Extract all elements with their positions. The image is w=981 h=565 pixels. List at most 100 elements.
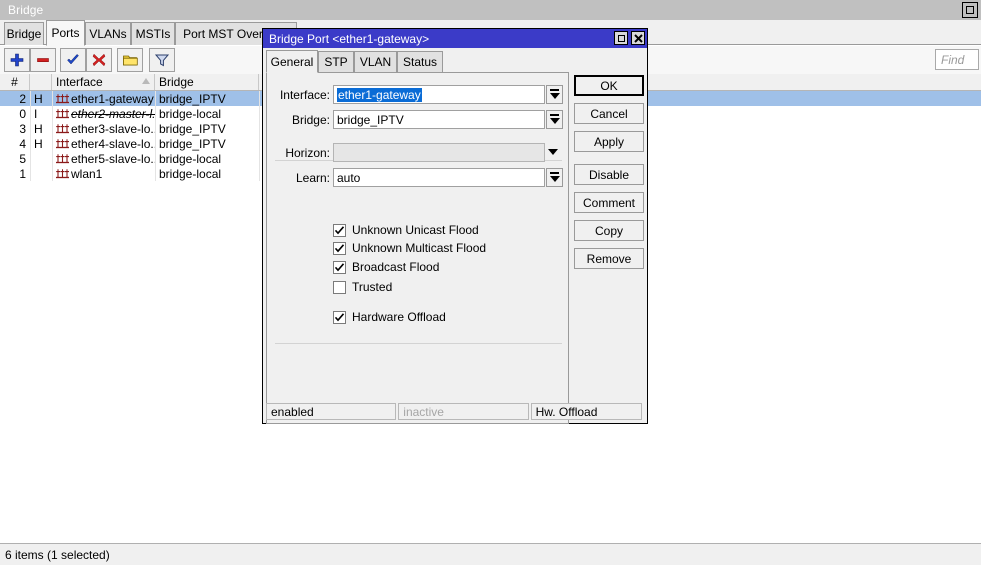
checkbox-row-trusted[interactable]: Trusted [333,279,392,295]
remove-button[interactable] [30,48,56,72]
unknown-unicast-flood-checkbox[interactable] [333,223,346,237]
cell-text: 2 [19,91,26,106]
tab-vlans[interactable]: VLANs [85,22,131,45]
cell-text: ether1-gateway [71,91,154,106]
cell-text: ether2-master-l... [71,106,155,121]
bridge-label: Bridge: [267,110,330,129]
disable-button[interactable]: Disable [574,164,644,185]
cell-text: bridge-local [159,166,222,181]
chevron-down-icon [549,93,560,99]
check-icon [334,312,345,321]
grid-line [155,121,156,136]
cell-text: H [34,91,43,106]
dropdown-bar [550,172,559,174]
interface-dropdown-button[interactable] [546,85,563,104]
grid-line [155,136,156,151]
horizon-input [333,143,545,162]
tab-label: Bridge [6,27,42,41]
cell-iface: wlan1 [52,166,155,181]
grid-line [155,91,156,106]
learn-input[interactable]: auto [333,168,545,187]
close-icon[interactable] [631,31,645,45]
bridge-input[interactable]: bridge_IPTV [333,110,545,129]
cell-flag: H [30,136,52,151]
maximize-icon[interactable] [614,31,628,45]
broadcast-flood-checkbox[interactable] [333,260,346,274]
cell-text: bridge_IPTV [159,121,226,136]
hardware-offload-checkbox[interactable] [333,310,346,324]
grid-line [259,166,260,181]
cell-iface: ether1-gateway [52,91,155,106]
cell-num: 5 [0,151,30,166]
status-text: Hw. Offload [535,404,598,419]
cell-bridge: bridge-local [155,151,259,166]
remove-button[interactable]: Remove [574,248,644,269]
apply-button[interactable]: Apply [574,131,644,152]
learn-dropdown-button[interactable] [546,168,563,187]
cell-text: wlan1 [71,166,103,181]
tab-label: MSTIs [135,27,171,41]
enable-button[interactable] [60,48,86,72]
unknown-multicast-flood-label: Unknown Multicast Flood [352,241,487,255]
dialog-tab-stp[interactable]: STP [318,51,354,72]
button-label: Cancel [590,106,628,121]
cell-iface: ether3-slave-lo... [52,121,155,136]
cell-flag: I [30,106,52,121]
checkbox-row-broadcast-flood[interactable]: Broadcast Flood [333,259,439,275]
add-button[interactable] [4,48,30,72]
checkbox-row-hardware-offload[interactable]: Hardware Offload [333,309,446,325]
tab-bridge[interactable]: Bridge [4,22,44,45]
tab-mstis[interactable]: MSTIs [131,22,175,45]
check-icon [67,54,79,65]
unknown-multicast-flood-checkbox[interactable] [333,241,346,255]
bridge-port-dialog: Bridge Port <ether1-gateway> General STP V… [262,28,648,424]
checkbox-row-unknown-multicast-flood[interactable]: Unknown Multicast Flood [333,240,486,256]
column-header-bridge[interactable]: Bridge [155,74,259,90]
grid-line [52,166,53,181]
cell-text: H [34,136,43,151]
cell-bridge: bridge_IPTV [155,91,259,106]
column-header-flag[interactable] [30,74,52,90]
dialog-tab-general[interactable]: General [266,50,318,73]
dialog-tab-status[interactable]: Status [397,51,443,72]
dialog-buttons: OK Cancel Apply Disable Comment Copy Remove [574,75,644,276]
chevron-down-icon[interactable] [548,149,558,155]
tab-ports[interactable]: Ports [46,20,85,46]
trusted-checkbox[interactable] [333,280,346,294]
divider-checkboxes [275,343,562,344]
cancel-button[interactable]: Cancel [574,103,644,124]
cell-text: ether5-slave-lo... [71,151,155,166]
dialog-tab-vlan[interactable]: VLAN [354,51,397,72]
cell-text: ether4-slave-lo... [71,136,155,151]
cell-flag [30,151,52,166]
cell-iface: ether4-slave-lo... [52,136,155,151]
learn-label: Learn: [267,168,330,187]
copy-button[interactable]: Copy [574,220,644,241]
comment-button[interactable] [117,48,143,72]
maximize-icon[interactable] [962,2,978,18]
bridge-dropdown-button[interactable] [546,110,563,129]
dropdown-bar [550,114,559,116]
status-bar: 6 items (1 selected) [0,543,981,565]
grid-line [259,121,260,136]
window-titlebar: Bridge [0,0,981,20]
grid-line [52,91,53,106]
find-input[interactable]: Find [935,49,979,70]
grid-line [52,151,53,166]
cell-text: 3 [19,121,26,136]
button-label: Apply [593,134,625,149]
ok-button[interactable]: OK [574,75,644,96]
filter-button[interactable] [149,48,175,72]
check-icon [334,225,345,234]
column-header-iface[interactable]: Interface [52,74,155,90]
column-header-num[interactable]: # [0,74,30,90]
cell-iface: ether5-slave-lo... [52,151,155,166]
cell-num: 1 [0,166,30,181]
checkbox-row-unknown-unicast-flood[interactable]: Unknown Unicast Flood [333,222,479,238]
cell-bridge: bridge_IPTV [155,136,259,151]
comment-button[interactable]: Comment [574,192,644,213]
interface-input[interactable]: ether1-gateway [333,85,545,104]
disable-button[interactable] [86,48,112,72]
grid-line [52,136,53,151]
cell-num: 3 [0,121,30,136]
